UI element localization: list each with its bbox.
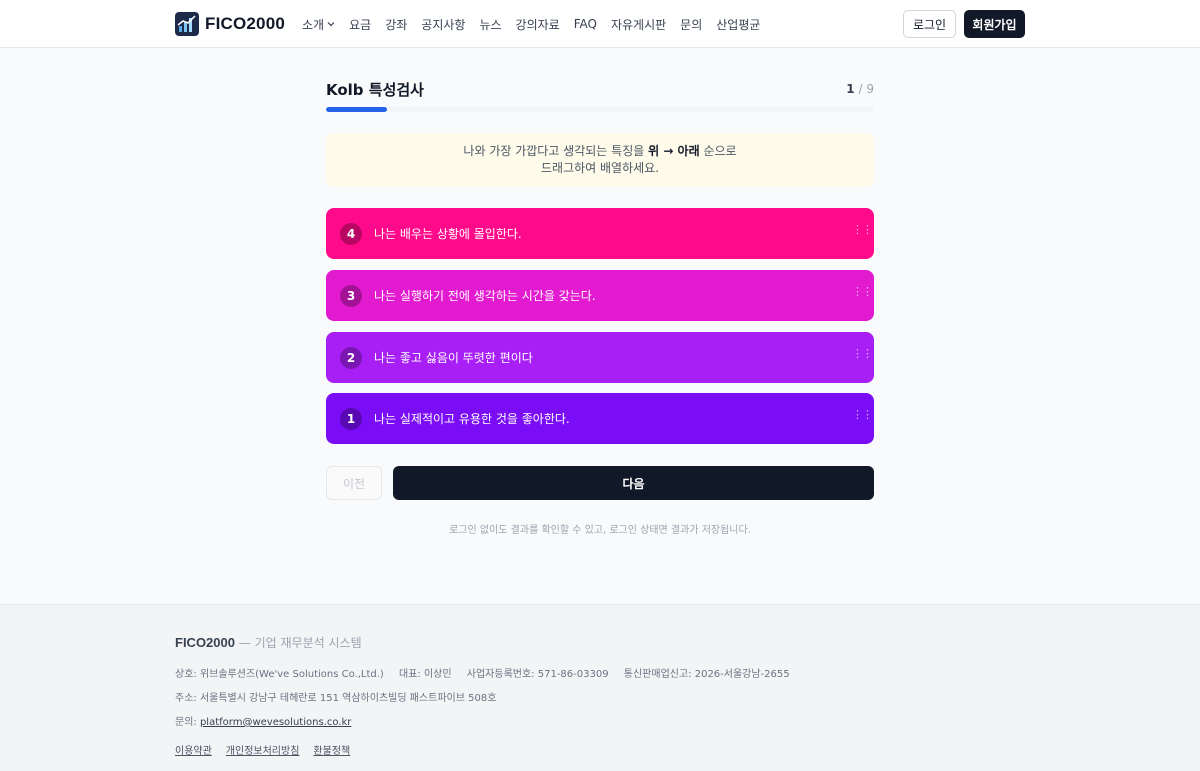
contact-email-link[interactable]: platform@wevesolutions.co.kr: [200, 717, 351, 728]
current-step: 1: [846, 82, 855, 96]
footer-address: 주소: 서울특별시 강남구 테헤란로 151 역삼하이츠빌딩 패스트파이브 50…: [175, 693, 497, 704]
drag-handle-icon[interactable]: ⋮⋮: [852, 409, 873, 420]
step-counter: 1 / 9: [820, 82, 874, 96]
nav-label: 자유게시판: [610, 17, 667, 32]
prev-button[interactable]: 이전: [326, 466, 382, 500]
step-separator: /: [858, 82, 863, 96]
card-text: 나는 배우는 상황에 몰입한다.: [374, 227, 522, 241]
instruction-box: 나와 가장 가깝다고 생각되는 특징을 위 → 아래 순으로 드래그하여 배열하…: [326, 133, 874, 187]
instruction-line-1: 나와 가장 가깝다고 생각되는 특징을 위 → 아래 순으로: [326, 143, 874, 160]
progress-bar: [326, 107, 874, 112]
ceo-name: 대표: 이상민: [399, 669, 452, 680]
logo-text: FICO2000: [205, 14, 286, 33]
nav-label: 문의: [680, 17, 703, 32]
refund-link[interactable]: 환불정책: [313, 742, 350, 757]
logo[interactable]: FICO2000: [175, 12, 285, 36]
instruction-line-2: 드래그하여 배열하세요.: [540, 161, 660, 175]
nav-item-contact[interactable]: 문의: [680, 16, 702, 33]
nav-item-intro[interactable]: 소개: [302, 16, 335, 33]
footer-contact: 문의: platform@wevesolutions.co.kr: [175, 713, 351, 728]
card-text: 나는 좋고 싫음이 뚜렷한 편이다: [374, 351, 533, 365]
next-button[interactable]: 다음: [393, 466, 874, 500]
nav-item-materials[interactable]: 강의자료: [516, 16, 560, 33]
nav-label: 강의자료: [515, 17, 560, 32]
instruction-text: 나와 가장 가깝다고 생각되는 특징을: [463, 144, 649, 158]
nav-label: 요금: [349, 17, 372, 32]
save-note: 로그인 없이도 결과를 확인할 수 있고, 로그인 상태면 결과가 저장됩니다.: [449, 525, 751, 536]
nav-item-industry-average[interactable]: 산업평균: [716, 16, 760, 33]
main-nav: 소개 요금 강좌 공지사항 뉴스 강의자료 FAQ 자유게시판 문의 산업평균: [302, 14, 760, 34]
nav-label: 산업평균: [716, 17, 761, 32]
sortable-card[interactable]: 1 나는 실제적이고 유용한 것을 좋아한다. ⋮⋮: [326, 393, 874, 444]
drag-handle-icon[interactable]: ⋮⋮: [852, 286, 873, 297]
chevron-down-icon: [327, 22, 335, 27]
footer-links: 이용약관 개인정보처리방침 환불정책: [175, 742, 350, 757]
business-number: 사업자등록번호: 571-86-03309: [466, 669, 609, 680]
drag-handle-icon[interactable]: ⋮⋮: [852, 348, 873, 359]
sortable-card[interactable]: 4 나는 배우는 상황에 몰입한다. ⋮⋮: [326, 208, 874, 259]
signup-button[interactable]: 회원가입: [964, 10, 1025, 38]
sortable-card[interactable]: 2 나는 좋고 싫음이 뚜렷한 편이다 ⋮⋮: [326, 332, 874, 383]
nav-label: 뉴스: [479, 17, 502, 32]
nav-item-faq[interactable]: FAQ: [574, 17, 597, 31]
card-rank-badge: 4: [340, 222, 362, 245]
nav-item-pricing[interactable]: 요금: [349, 16, 371, 33]
logo-icon: [175, 12, 199, 36]
card-rank-badge: 2: [340, 346, 362, 369]
company-name: 상호: 위브솔루션즈(We've Solutions Co.,Ltd.): [175, 669, 384, 680]
nav-item-courses[interactable]: 강좌: [385, 16, 407, 33]
terms-link[interactable]: 이용약관: [175, 742, 212, 757]
nav-item-news[interactable]: 뉴스: [479, 16, 501, 33]
footer-brand-name: FICO2000: [175, 635, 235, 650]
total-steps: 9: [866, 82, 874, 96]
nav-label: 강좌: [385, 17, 408, 32]
footer-brand: FICO2000 — 기업 재무분석 시스템: [175, 634, 362, 651]
card-text: 나는 실행하기 전에 생각하는 시간을 갖는다.: [374, 289, 596, 303]
nav-label: FAQ: [573, 17, 597, 31]
nav-item-notices[interactable]: 공지사항: [421, 16, 465, 33]
site-header: FICO2000 소개 요금 강좌 공지사항 뉴스 강의자료 FAQ 자유게시판…: [0, 0, 1200, 48]
instruction-emphasis: 위 → 아래: [648, 144, 700, 158]
card-rank-badge: 1: [340, 407, 362, 430]
page-title: Kolb 특성검사: [326, 81, 424, 99]
footer-tagline: — 기업 재무분석 시스템: [234, 636, 362, 650]
site-footer: FICO2000 — 기업 재무분석 시스템 상호: 위브솔루션즈(We've …: [0, 604, 1200, 771]
nav-label: 공지사항: [421, 17, 466, 32]
sortable-card[interactable]: 3 나는 실행하기 전에 생각하는 시간을 갖는다. ⋮⋮: [326, 270, 874, 321]
card-rank-badge: 3: [340, 284, 362, 307]
instruction-text: 순으로: [699, 144, 737, 158]
contact-prefix: 문의:: [175, 717, 200, 728]
drag-handle-icon[interactable]: ⋮⋮: [852, 224, 873, 235]
login-button[interactable]: 로그인: [903, 10, 956, 38]
nav-label: 소개: [302, 17, 325, 32]
progress-fill: [326, 107, 387, 112]
ecommerce-number: 통신판매업신고: 2026-서울강남-2655: [623, 669, 790, 680]
nav-item-board[interactable]: 자유게시판: [611, 16, 666, 33]
card-text: 나는 실제적이고 유용한 것을 좋아한다.: [374, 412, 570, 426]
footer-company-info: 상호: 위브솔루션즈(We've Solutions Co.,Ltd.) 대표:…: [175, 665, 802, 680]
privacy-link[interactable]: 개인정보처리방침: [226, 742, 300, 757]
